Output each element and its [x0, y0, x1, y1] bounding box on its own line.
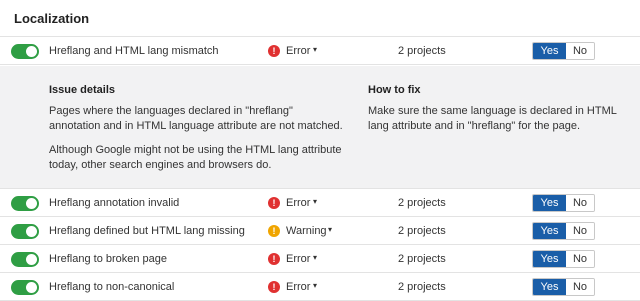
yes-no-toggle: Yes No [532, 250, 595, 268]
yes-button[interactable]: Yes [533, 195, 566, 211]
no-button[interactable]: No [566, 43, 594, 59]
issue-name[interactable]: Hreflang to non-canonical [49, 281, 174, 293]
yes-no-toggle: Yes No [532, 194, 595, 212]
project-count: 2 projects [398, 281, 446, 293]
toggle-knob [26, 254, 37, 265]
yes-button[interactable]: Yes [533, 223, 566, 239]
issue-row-hreflang-annotation-invalid: Hreflang annotation invalid ! Error ▾ 2 … [0, 189, 640, 217]
no-button[interactable]: No [566, 195, 594, 211]
section-title: Localization [14, 11, 90, 26]
error-icon: ! [268, 281, 280, 293]
enable-toggle[interactable] [11, 280, 39, 295]
toggle-knob [26, 46, 37, 57]
issue-row-hreflang-html-lang-mismatch: Hreflang and HTML lang mismatch ! Error … [0, 37, 640, 65]
severity-label[interactable]: Error [286, 45, 310, 57]
project-count: 2 projects [398, 197, 446, 209]
yes-no-toggle: Yes No [532, 222, 595, 240]
issue-details-heading: Issue details [49, 84, 116, 96]
enable-toggle[interactable] [11, 252, 39, 267]
issue-row-hreflang-defined-html-lang-missing: Hreflang defined but HTML lang missing !… [0, 217, 640, 245]
error-icon: ! [268, 253, 280, 265]
no-button[interactable]: No [566, 223, 594, 239]
chevron-down-icon[interactable]: ▾ [313, 281, 317, 290]
toggle-knob [26, 282, 37, 293]
issue-name[interactable]: Hreflang annotation invalid [49, 197, 179, 209]
how-to-fix-text: Make sure the same language is declared … [368, 105, 617, 132]
issue-name[interactable]: Hreflang and HTML lang mismatch [49, 45, 219, 57]
chevron-down-icon[interactable]: ▾ [328, 225, 332, 234]
enable-toggle[interactable] [11, 44, 39, 59]
yes-button[interactable]: Yes [533, 251, 566, 267]
issue-details-note: Although Google might not be using the H… [49, 144, 342, 171]
severity-label[interactable]: Error [286, 197, 310, 209]
toggle-knob [26, 226, 37, 237]
chevron-down-icon[interactable]: ▾ [313, 197, 317, 206]
issue-row-hreflang-non-canonical: Hreflang to non-canonical ! Error ▾ 2 pr… [0, 273, 640, 301]
yes-no-toggle: Yes No [532, 278, 595, 296]
no-button[interactable]: No [566, 251, 594, 267]
issue-name[interactable]: Hreflang to broken page [49, 253, 167, 265]
issue-details-text: Pages where the languages declared in "h… [49, 105, 343, 132]
issue-details-column: Issue details Pages where the languages … [49, 84, 344, 182]
error-icon: ! [268, 45, 280, 57]
how-to-fix-column: How to fix Make sure the same language i… [368, 84, 638, 143]
no-button[interactable]: No [566, 279, 594, 295]
error-icon: ! [268, 197, 280, 209]
yes-button[interactable]: Yes [533, 279, 566, 295]
yes-button[interactable]: Yes [533, 43, 566, 59]
enable-toggle[interactable] [11, 224, 39, 239]
chevron-down-icon[interactable]: ▾ [313, 45, 317, 54]
warning-icon: ! [268, 225, 280, 237]
project-count: 2 projects [398, 253, 446, 265]
severity-label[interactable]: Warning [286, 225, 327, 237]
severity-label[interactable]: Error [286, 281, 310, 293]
chevron-down-icon[interactable]: ▾ [313, 253, 317, 262]
how-to-fix-heading: How to fix [368, 84, 421, 96]
issue-row-hreflang-broken-page: Hreflang to broken page ! Error ▾ 2 proj… [0, 245, 640, 273]
toggle-knob [26, 198, 37, 209]
issue-details-panel: Issue details Pages where the languages … [0, 66, 640, 189]
yes-no-toggle: Yes No [532, 42, 595, 60]
severity-label[interactable]: Error [286, 253, 310, 265]
project-count: 2 projects [398, 45, 446, 57]
issue-name[interactable]: Hreflang defined but HTML lang missing [49, 225, 245, 237]
enable-toggle[interactable] [11, 196, 39, 211]
project-count: 2 projects [398, 225, 446, 237]
